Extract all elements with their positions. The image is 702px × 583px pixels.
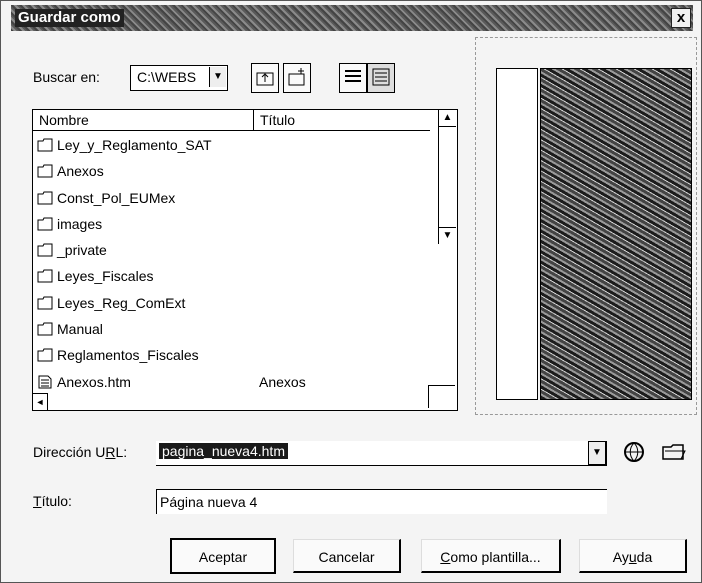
new-folder-button[interactable] (283, 63, 311, 93)
lookin-value: C:\WEBS (137, 69, 197, 85)
url-field[interactable]: pagina_nueva4.htm ▼ (156, 441, 607, 466)
up-folder-icon (256, 72, 274, 86)
preview-pane (475, 37, 697, 415)
html-file-icon (38, 375, 52, 389)
item-name: Const_Pol_EUMex (57, 189, 176, 206)
browse-folder-button[interactable] (661, 439, 687, 465)
preview-strip (496, 68, 538, 400)
list-item[interactable]: Anexos (33, 160, 437, 186)
title-bar[interactable]: Guardar como x (11, 5, 693, 31)
title-field[interactable]: Página nueva 4 (156, 489, 607, 514)
list-item[interactable]: _private (33, 239, 437, 265)
item-name: Leyes_Reg_ComExt (57, 294, 186, 311)
preview-image (540, 68, 692, 400)
folder-icon (37, 322, 53, 336)
folder-icon (37, 191, 53, 205)
folder-icon (37, 296, 53, 310)
web-folder-button[interactable] (621, 439, 647, 465)
title-value: Página nueva 4 (160, 494, 258, 510)
list-item[interactable]: Reglamentos_Fiscales (33, 344, 437, 370)
template-button[interactable]: Como plantilla... (421, 539, 561, 573)
url-value: pagina_nueva4.htm (159, 443, 288, 459)
lookin-label: Buscar en: (33, 69, 100, 85)
lookin-combo[interactable]: C:\WEBS ▼ (130, 65, 228, 91)
list-item[interactable]: Leyes_Reg_ComExt (33, 292, 437, 318)
folder-icon (37, 348, 53, 362)
list-view-icon (345, 70, 361, 82)
accept-button[interactable]: Aceptar (170, 538, 276, 574)
column-header-title[interactable]: Título (254, 110, 430, 131)
open-folder-icon (662, 444, 686, 460)
item-name: Anexos.htm (57, 373, 131, 390)
folder-icon (37, 269, 53, 283)
title-label: Título: (33, 493, 72, 509)
column-header-name[interactable]: Nombre (33, 110, 254, 131)
list-item[interactable]: Ley_y_Reglamento_SAT (33, 134, 437, 160)
list-item[interactable]: Anexos.htm Anexos (33, 371, 437, 397)
scroll-up-icon[interactable]: ▲ (439, 110, 456, 127)
list-item[interactable]: Leyes_Fiscales (33, 265, 437, 291)
item-name: Anexos (57, 163, 104, 180)
url-label: Dirección URL: (33, 444, 128, 460)
vertical-scrollbar[interactable]: ▲ ▼ (438, 110, 457, 244)
list-item[interactable]: images (33, 213, 437, 239)
globe-search-icon (624, 442, 644, 462)
details-view-icon (372, 68, 390, 86)
folder-icon (37, 138, 53, 152)
scroll-down-icon[interactable]: ▼ (439, 227, 456, 244)
item-name: Leyes_Fiscales (57, 268, 154, 285)
file-rows: Ley_y_Reglamento_SAT Anexos Const_Pol_EU… (33, 134, 437, 397)
save-as-dialog: Guardar como x Buscar en: C:\WEBS ▼ Nomb… (0, 0, 702, 583)
item-name: Ley_y_Reglamento_SAT (57, 137, 212, 153)
folder-icon (37, 217, 53, 231)
item-title: Anexos (259, 373, 306, 390)
list-item[interactable]: Manual (33, 318, 437, 344)
item-name: images (57, 215, 103, 232)
up-folder-button[interactable] (251, 63, 279, 93)
chevron-down-icon[interactable]: ▼ (588, 441, 606, 465)
item-name: Reglamentos_Fiscales (57, 347, 199, 364)
item-name: _private (57, 242, 107, 259)
help-button[interactable]: Ayuda (579, 539, 687, 573)
chevron-down-icon[interactable]: ▼ (209, 67, 226, 87)
cancel-button[interactable]: Cancelar (293, 539, 401, 573)
list-view-button[interactable] (339, 63, 367, 93)
close-button[interactable]: x (671, 8, 691, 28)
window-title: Guardar como (15, 9, 124, 27)
file-list[interactable]: Nombre Título ▲ ▼ Ley_y_Reglamento_SAT A… (32, 109, 458, 411)
item-name: Manual (57, 321, 103, 338)
scroll-left-icon[interactable]: ◄ (33, 393, 48, 410)
folder-icon (37, 243, 53, 257)
folder-icon (37, 164, 53, 178)
resize-grip-icon[interactable] (428, 385, 455, 408)
details-view-button[interactable] (367, 63, 395, 93)
list-item[interactable]: Const_Pol_EUMex (33, 187, 437, 213)
new-folder-icon (288, 68, 305, 86)
